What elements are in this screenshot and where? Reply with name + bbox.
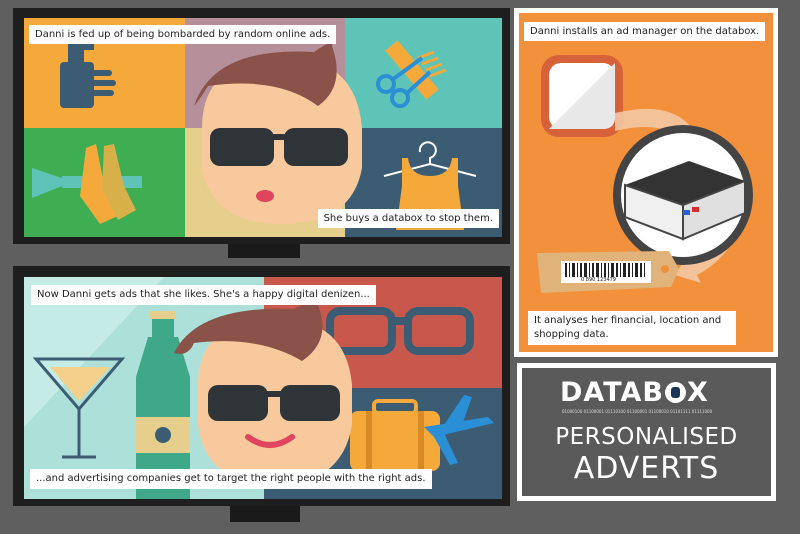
logo-text-left: DATAB — [560, 377, 665, 408]
panel3-caption-bottom: It analyses her financial, location and … — [528, 311, 736, 345]
panel1-illustration — [24, 18, 502, 237]
monitor-bottom-left-stand — [230, 506, 300, 522]
brand-panel: DATAB X 01000100 01100001 01110100 011000… — [522, 368, 771, 496]
panel2-caption-bottom: ...and advertising companies get to targ… — [30, 469, 432, 489]
panel2-illustration — [24, 277, 502, 499]
panel3-caption-top: Danni installs an ad manager on the data… — [524, 22, 766, 41]
panel3-illustration — [537, 55, 753, 293]
logo-lock-icon — [665, 382, 687, 403]
panel3-screen: 0 890 123479 Danni installs an ad manage… — [519, 13, 773, 352]
databox-logo: DATAB X — [560, 378, 740, 412]
brand-title-line2: ADVERTS — [573, 451, 720, 486]
barcode-number: 0 890 123479 — [581, 277, 616, 283]
panel2-caption-top: Now Danni gets ads that she likes. She's… — [31, 285, 376, 305]
databox-device-icon — [613, 125, 753, 265]
logo-binary-strip: 01000100 01100001 01110100 01100001 0110… — [562, 409, 713, 414]
monitor-top-left-stand — [228, 244, 300, 258]
panel1-caption-top: Danni is fed up of being bombarded by ra… — [29, 25, 337, 44]
brand-title-line1: PERSONALISED — [555, 424, 738, 450]
logo-text-right: X — [687, 377, 709, 408]
panel2-screen: Now Danni gets ads that she likes. She's… — [24, 277, 502, 499]
panel1-screen: Danni is fed up of being bombarded by ra… — [24, 18, 502, 237]
panel1-caption-bottom: She buys a databox to stop them. — [317, 209, 499, 228]
suitcase-icon — [350, 399, 440, 471]
app-icon — [541, 55, 623, 137]
barcode-tag-icon — [537, 251, 679, 293]
